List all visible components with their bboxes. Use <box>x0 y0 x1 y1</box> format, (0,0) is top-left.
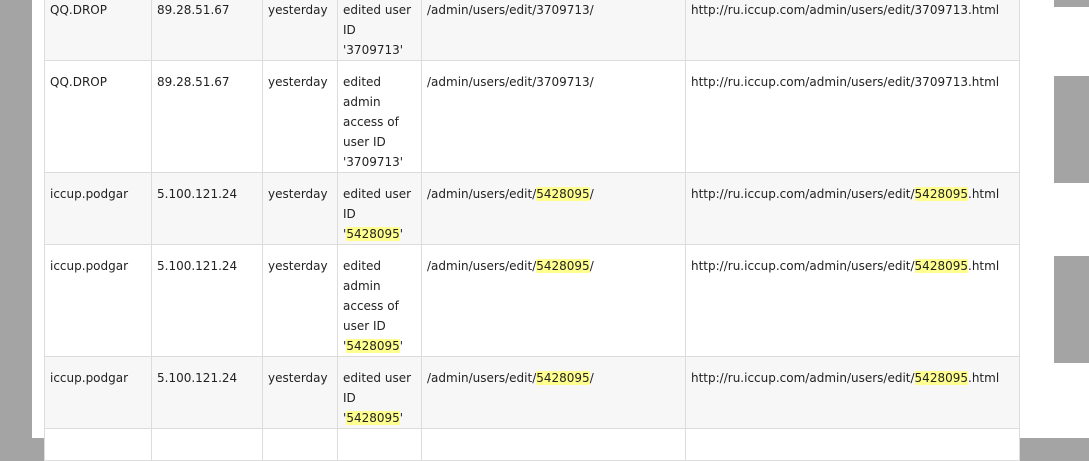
search-highlight: 5428095 <box>914 187 968 201</box>
action-line: '3709713' <box>343 43 404 57</box>
cell-action: edited user ID '3709713' <box>337 0 422 61</box>
cell-ip: 89.28.51.67 <box>151 0 263 61</box>
action-line: '5428095' <box>343 227 404 241</box>
search-highlight: 5428095 <box>346 339 400 353</box>
cell-date: yesterday <box>262 172 338 245</box>
table-row: iccup.podgar 5.100.121.24 yesterday edit… <box>44 172 1077 245</box>
cell-path: /admin/users/edit/3709713/ <box>421 60 686 173</box>
action-line: edited user <box>343 3 412 17</box>
cell-action: edited user ID '5428095' <box>337 172 422 245</box>
action-line: '5428095' <box>343 411 404 425</box>
search-highlight: 5428095 <box>914 259 968 273</box>
cell-path: /admin/users/edit/5428095/ <box>421 172 686 245</box>
cell-date: yesterday <box>262 244 338 357</box>
action-line: access of <box>343 115 399 129</box>
table-row: iccup.podgar 5.100.121.24 yesterday edit… <box>44 244 1077 357</box>
search-highlight: 5428095 <box>536 187 590 201</box>
cell-date: yesterday <box>262 60 338 173</box>
table-row: QQ.DROP 89.28.51.67 yesterday edited use… <box>44 0 1077 61</box>
search-highlight: 5428095 <box>536 371 590 385</box>
action-line: user ID <box>343 135 386 149</box>
admin-action-log-table: QQ.DROP 89.28.51.67 yesterday edited use… <box>44 0 1077 461</box>
table-row: QQ.DROP 89.28.51.67 yesterday edited adm… <box>44 60 1077 173</box>
cell-path: /admin/users/edit/5428095/ <box>421 244 686 357</box>
admin-log-panel: QQ.DROP 89.28.51.67 yesterday edited use… <box>32 0 1089 461</box>
action-line: ID <box>343 207 356 221</box>
cell-ip: 5.100.121.24 <box>151 356 263 429</box>
cell-ip: 5.100.121.24 <box>151 244 263 357</box>
action-line: access of <box>343 299 399 313</box>
cell-ip: 5.100.121.24 <box>151 172 263 245</box>
action-line: edited <box>343 75 382 89</box>
cell-path: /admin/users/edit/5428095/ <box>421 356 686 429</box>
cell-url: http://ru.iccup.com/admin/users/edit/370… <box>685 60 1020 173</box>
table-row: iccup.podgar 5.100.121.24 yesterday edit… <box>44 356 1077 429</box>
cell-date: yesterday <box>262 0 338 61</box>
action-line: '3709713' <box>343 155 404 169</box>
cell-username: iccup.podgar <box>44 244 152 357</box>
cell-ip: 89.28.51.67 <box>151 60 263 173</box>
cell-username: QQ.DROP <box>44 0 152 61</box>
action-line: edited user <box>343 371 412 385</box>
cell-username: iccup.podgar <box>44 172 152 245</box>
table-row <box>44 428 1077 461</box>
search-highlight: 5428095 <box>914 371 968 385</box>
cell-action: edited user ID '5428095' <box>337 356 422 429</box>
action-line: ID <box>343 23 356 37</box>
search-highlight: 5428095 <box>536 259 590 273</box>
action-line: user ID <box>343 319 386 333</box>
search-highlight: 5428095 <box>346 227 400 241</box>
action-line: edited user <box>343 187 412 201</box>
cell-url: http://ru.iccup.com/admin/users/edit/370… <box>685 0 1020 61</box>
cell-path: /admin/users/edit/3709713/ <box>421 0 686 61</box>
action-line: edited <box>343 259 382 273</box>
action-line: ID <box>343 391 356 405</box>
cell-action: edited admin access of user ID '3709713' <box>337 60 422 173</box>
search-highlight: 5428095 <box>346 411 400 425</box>
action-line: admin <box>343 279 381 293</box>
action-line: admin <box>343 95 381 109</box>
cell-username: iccup.podgar <box>44 356 152 429</box>
cell-username: QQ.DROP <box>44 60 152 173</box>
cell-url: http://ru.iccup.com/admin/users/edit/542… <box>685 356 1020 429</box>
cell-url: http://ru.iccup.com/admin/users/edit/542… <box>685 172 1020 245</box>
cell-date: yesterday <box>262 356 338 429</box>
cell-url: http://ru.iccup.com/admin/users/edit/542… <box>685 244 1020 357</box>
action-line: '5428095' <box>343 339 404 353</box>
cell-action: edited admin access of user ID '5428095' <box>337 244 422 357</box>
